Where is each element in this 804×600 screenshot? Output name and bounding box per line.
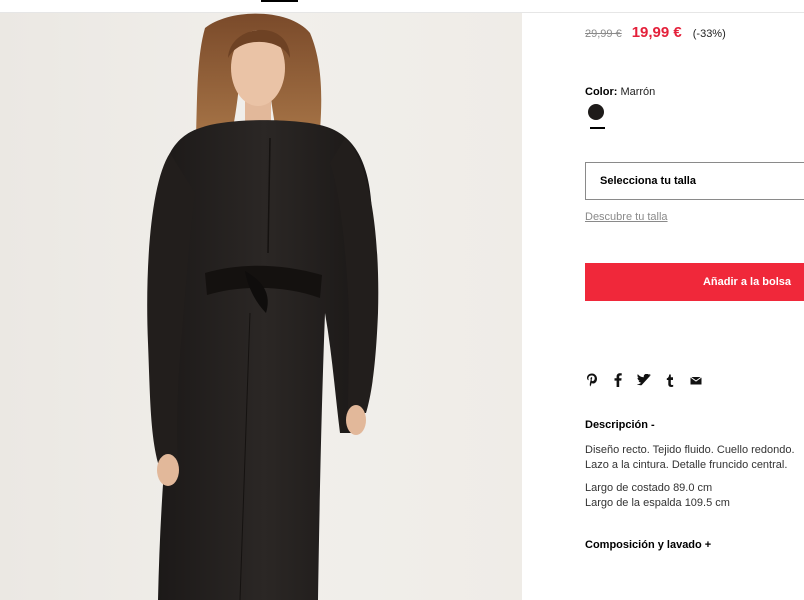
color-label-row: Color: Marrón (585, 86, 655, 98)
add-to-bag-label: Añadir a la bolsa (702, 276, 791, 288)
color-value: Marrón (620, 86, 656, 98)
description-line: Lazo a la cintura. Detalle fruncido cent… (585, 459, 788, 471)
email-icon[interactable] (689, 373, 703, 387)
measurements: Largo de costado 89.0 cm Largo de la esp… (585, 481, 730, 511)
composition-toggle[interactable]: Composición y lavado + (585, 539, 711, 551)
size-guide-link[interactable]: Descubre tu talla (585, 211, 668, 223)
share-row (585, 373, 715, 387)
twitter-icon[interactable] (637, 373, 651, 387)
tumblr-icon[interactable] (663, 373, 677, 387)
color-label: Color: (585, 86, 618, 98)
product-image[interactable] (0, 13, 522, 600)
original-price: 29,99 € (585, 28, 622, 40)
color-swatch-marron[interactable] (588, 104, 604, 120)
facebook-icon[interactable] (611, 373, 625, 387)
active-tab-indicator (261, 0, 298, 2)
price-row: 29,99 € 19,99 € (-33%) (585, 24, 726, 41)
size-select[interactable]: Selecciona tu talla (585, 162, 804, 200)
description-toggle[interactable]: Descripción - (585, 419, 655, 431)
description-line: Diseño recto. Tejido fluido. Cuello redo… (585, 444, 795, 456)
measurement-side-length: Largo de costado 89.0 cm (585, 482, 713, 494)
size-select-label: Selecciona tu talla (600, 175, 696, 187)
sale-price: 19,99 € (631, 24, 682, 41)
selected-swatch-indicator (590, 127, 605, 129)
discount-badge: (-33%) (692, 28, 726, 40)
measurement-back-length: Largo de la espalda 109.5 cm (585, 497, 730, 509)
product-photo-illustration (147, 13, 379, 600)
add-to-bag-button[interactable]: Añadir a la bolsa (585, 263, 804, 301)
pinterest-icon[interactable] (585, 373, 599, 387)
description-text: Diseño recto. Tejido fluido. Cuello redo… (585, 443, 795, 473)
